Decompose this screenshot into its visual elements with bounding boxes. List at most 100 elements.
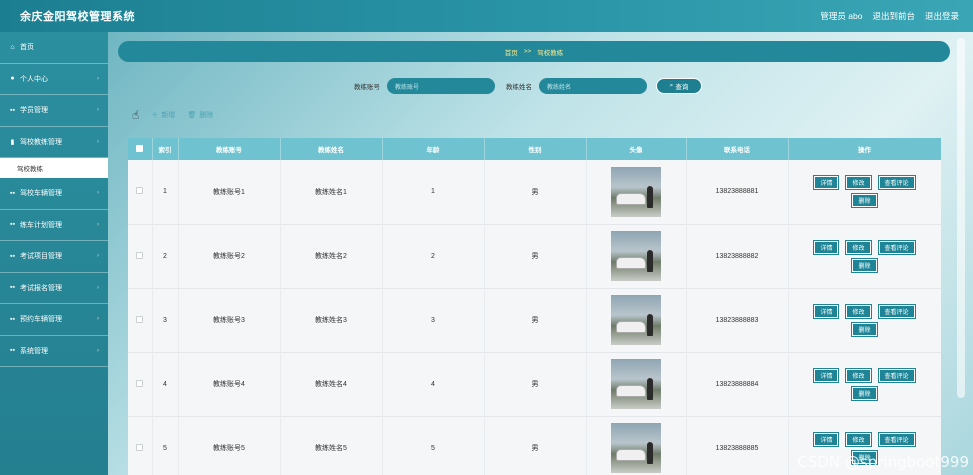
car-shape	[616, 192, 646, 205]
logout-link[interactable]: 退出登录	[925, 10, 959, 22]
cell-avatar	[586, 352, 687, 416]
cell-actions: 详情 修改 查看评论 删除	[788, 288, 941, 352]
chevron-icon: ›	[97, 253, 99, 260]
row-delete-button[interactable]: 删除	[852, 194, 877, 208]
cell-age: 3	[382, 288, 485, 352]
view-reviews-button[interactable]: 查看评论	[878, 240, 915, 254]
table-row: 2 教练账号2 教练姓名2 2 男 13823888882 详情 修改 查看评论 删除	[128, 224, 941, 288]
view-reviews-button[interactable]: 查看评论	[878, 304, 915, 318]
col-avatar: 头像	[586, 138, 687, 160]
sidebar-item-plans[interactable]: ▪▪ 练车计划管理 ›	[0, 210, 108, 241]
name-label: 教练姓名	[506, 84, 532, 91]
sidebar-item-exam-signup[interactable]: ▪▪ 考试报名管理 ›	[0, 273, 108, 304]
cell-avatar	[586, 160, 687, 224]
row-checkbox[interactable]	[136, 443, 144, 451]
sidebar-item-label: 练车计划管理	[20, 221, 62, 229]
search-row: 教练账号 教练账号 教练姓名 教练姓名 ⌕ 查询	[354, 78, 702, 94]
edit-button[interactable]: 修改	[846, 240, 871, 254]
row-select-cell[interactable]	[128, 288, 153, 352]
cell-account: 教练账号2	[178, 224, 281, 288]
top-right-links: 管理员 abo 退出到前台 退出登录	[820, 10, 959, 22]
person-shape	[647, 442, 653, 464]
row-actions: 详情 修改 查看评论 删除	[800, 368, 930, 400]
search-button[interactable]: ⌕ 查询	[656, 78, 702, 94]
grid-icon: ▪▪	[10, 106, 15, 114]
submenu-item-coach[interactable]: 驾校教练	[0, 158, 108, 178]
edit-button[interactable]: 修改	[846, 368, 871, 382]
cell-gender: 男	[484, 224, 587, 288]
view-reviews-button[interactable]: 查看评论	[878, 368, 915, 382]
cell-phone: 13823888883	[686, 288, 789, 352]
car-shape	[616, 449, 646, 461]
detail-button[interactable]: 详情	[814, 432, 839, 446]
sidebar-item-system[interactable]: ▪▪ 系统管理 ›	[0, 336, 108, 367]
cell-index: 4	[152, 352, 179, 416]
cell-name: 教练姓名2	[280, 224, 383, 288]
edit-button[interactable]: 修改	[846, 432, 871, 446]
detail-button[interactable]: 详情	[814, 304, 839, 318]
sidebar-item-label: 驾校车辆管理	[20, 190, 62, 198]
row-checkbox[interactable]	[136, 187, 144, 195]
row-select-cell[interactable]	[128, 224, 153, 288]
delete-button[interactable]: 🗑 删除	[187, 110, 213, 120]
user-icon: ●	[10, 75, 15, 83]
cell-index: 3	[152, 288, 179, 352]
select-all-checkbox[interactable]	[136, 144, 144, 152]
cell-name: 教练姓名3	[280, 288, 383, 352]
avatar-photo	[611, 423, 661, 473]
view-reviews-button[interactable]: 查看评论	[878, 432, 915, 446]
detail-button[interactable]: 详情	[814, 176, 839, 190]
avatar-photo	[611, 231, 661, 281]
add-button[interactable]: ＋ 新增	[151, 110, 175, 120]
row-delete-button[interactable]: 删除	[852, 386, 877, 400]
account-label: 教练账号	[354, 84, 380, 91]
detail-button[interactable]: 详情	[814, 240, 839, 254]
sidebar-item-exam-items[interactable]: ▪▪ 考试项目管理 ›	[0, 241, 108, 273]
sidebar-item-profile[interactable]: ● 个人中心 ›	[0, 64, 108, 95]
row-select-cell[interactable]	[128, 352, 153, 416]
name-search-input[interactable]: 教练姓名	[539, 78, 647, 94]
detail-button[interactable]: 详情	[814, 368, 839, 382]
cell-index: 5	[152, 416, 179, 475]
cell-avatar	[586, 224, 687, 288]
row-checkbox[interactable]	[136, 251, 144, 259]
view-reviews-button[interactable]: 查看评论	[878, 176, 915, 190]
row-delete-button[interactable]: 删除	[852, 258, 877, 272]
person-shape	[647, 314, 653, 336]
bar-icon: ▮	[10, 138, 15, 146]
select-all-cell[interactable]	[128, 138, 153, 160]
sidebar-item-label: 预约车辆管理	[20, 316, 62, 324]
row-select-cell[interactable]	[128, 416, 153, 475]
sidebar: ⌂ 首页 ● 个人中心 › ▪▪ 学员管理 › ▮ 驾校教练管理 › 驾校教练 …	[0, 32, 108, 475]
row-select-cell[interactable]	[128, 160, 153, 224]
col-actions: 操作	[788, 138, 941, 160]
page-scrollbar[interactable]	[957, 38, 965, 398]
sidebar-item-label: 首页	[20, 44, 34, 52]
app-title: 余庆金阳驾校管理系统	[20, 11, 135, 23]
cell-name: 教练姓名1	[280, 160, 383, 224]
sidebar-item-coaches[interactable]: ▮ 驾校教练管理 ›	[0, 127, 108, 158]
cell-age: 2	[382, 224, 485, 288]
cell-phone: 13823888884	[686, 352, 789, 416]
cell-avatar	[586, 416, 687, 475]
sidebar-item-home[interactable]: ⌂ 首页	[0, 32, 108, 64]
back-to-front-link[interactable]: 退出到前台	[872, 10, 915, 22]
sidebar-item-students[interactable]: ▪▪ 学员管理 ›	[0, 95, 108, 127]
row-checkbox[interactable]	[136, 379, 144, 387]
edit-button[interactable]: 修改	[846, 304, 871, 318]
sidebar-item-label: 学员管理	[20, 107, 48, 115]
person-shape	[647, 185, 653, 208]
chevron-icon: ›	[97, 221, 99, 228]
search-button-label: 查询	[675, 84, 689, 91]
user-label[interactable]: 管理员 abo	[820, 10, 862, 22]
breadcrumb-home[interactable]: 首页	[505, 47, 518, 57]
row-checkbox[interactable]	[136, 315, 144, 323]
sidebar-item-vehicles[interactable]: ▪▪ 驾校车辆管理 ›	[0, 178, 108, 210]
row-delete-button[interactable]: 删除	[852, 322, 877, 336]
cell-age: 1	[382, 160, 485, 224]
edit-button[interactable]: 修改	[846, 176, 871, 190]
account-search-input[interactable]: 教练账号	[387, 78, 495, 94]
breadcrumb-current: 驾校教练	[537, 49, 564, 57]
sidebar-item-reservations[interactable]: ▪▪ 预约车辆管理 ›	[0, 304, 108, 336]
grid-icon: ▪▪	[10, 347, 15, 355]
